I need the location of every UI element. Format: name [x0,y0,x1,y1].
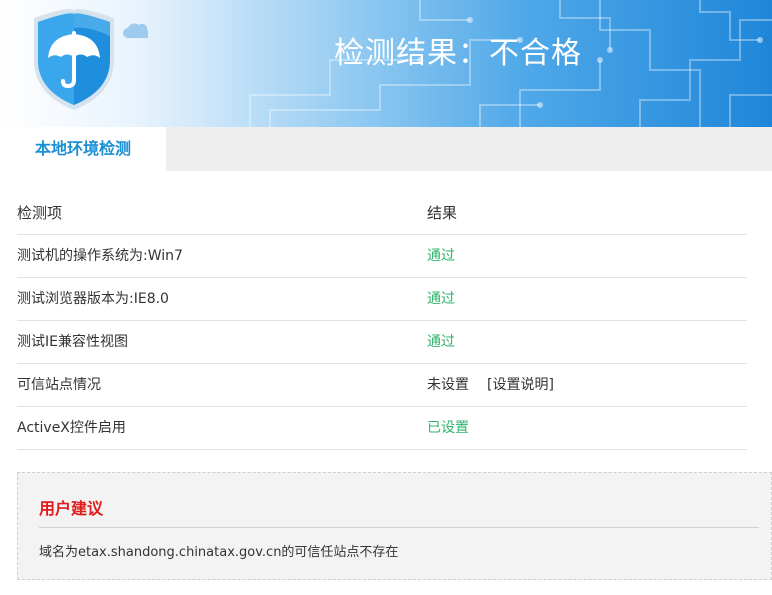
check-result-browser: 通过 [427,291,455,307]
advice-text: 域名为etax.shandong.chinatax.gov.cn的可信任站点不存… [39,545,399,560]
table-row: 测试机的操作系统为:Win7 通过 [17,235,747,278]
table-row: 可信站点情况 未设置 [设置说明] [17,364,747,407]
table-header-row: 检测项 结果 [17,192,747,235]
check-item-trusted-sites: 可信站点情况 [17,377,101,393]
check-item-os: 测试机的操作系统为:Win7 [17,248,183,264]
advice-title: 用户建议 [39,499,104,518]
check-result-activex: 已设置 [427,420,469,436]
check-item-compat-view: 测试IE兼容性视图 [17,334,128,350]
advice-divider [39,527,759,528]
tab-local-environment-check[interactable]: 本地环境检测 [0,127,166,171]
check-item-browser: 测试浏览器版本为:IE8.0 [17,291,169,307]
shield-umbrella-icon [34,9,148,110]
column-header-item: 检测项 [17,204,63,222]
tab-bar: 本地环境检测 [0,127,772,171]
check-result-compat-view: 通过 [427,334,455,350]
table-row: 测试浏览器版本为:IE8.0 通过 [17,278,747,321]
column-header-result: 结果 [427,204,458,222]
check-result-trusted-sites: 未设置 [设置说明] [427,364,554,406]
header-banner: 检测结果：不合格 [0,0,772,127]
check-item-activex: ActiveX控件启用 [17,420,126,436]
page-title: 检测结果：不合格 [334,36,582,71]
user-advice-panel: 用户建议 域名为etax.shandong.chinatax.gov.cn的可信… [17,472,772,580]
table-row: ActiveX控件启用 已设置 [17,407,747,450]
check-result-os: 通过 [427,248,455,264]
trusted-sites-status: 未设置 [427,377,469,393]
check-results-table: 检测项 结果 测试机的操作系统为:Win7 通过 测试浏览器版本为:IE8.0 … [17,192,747,450]
table-row: 测试IE兼容性视图 通过 [17,321,747,364]
setup-instructions-link[interactable]: [设置说明] [487,377,554,393]
